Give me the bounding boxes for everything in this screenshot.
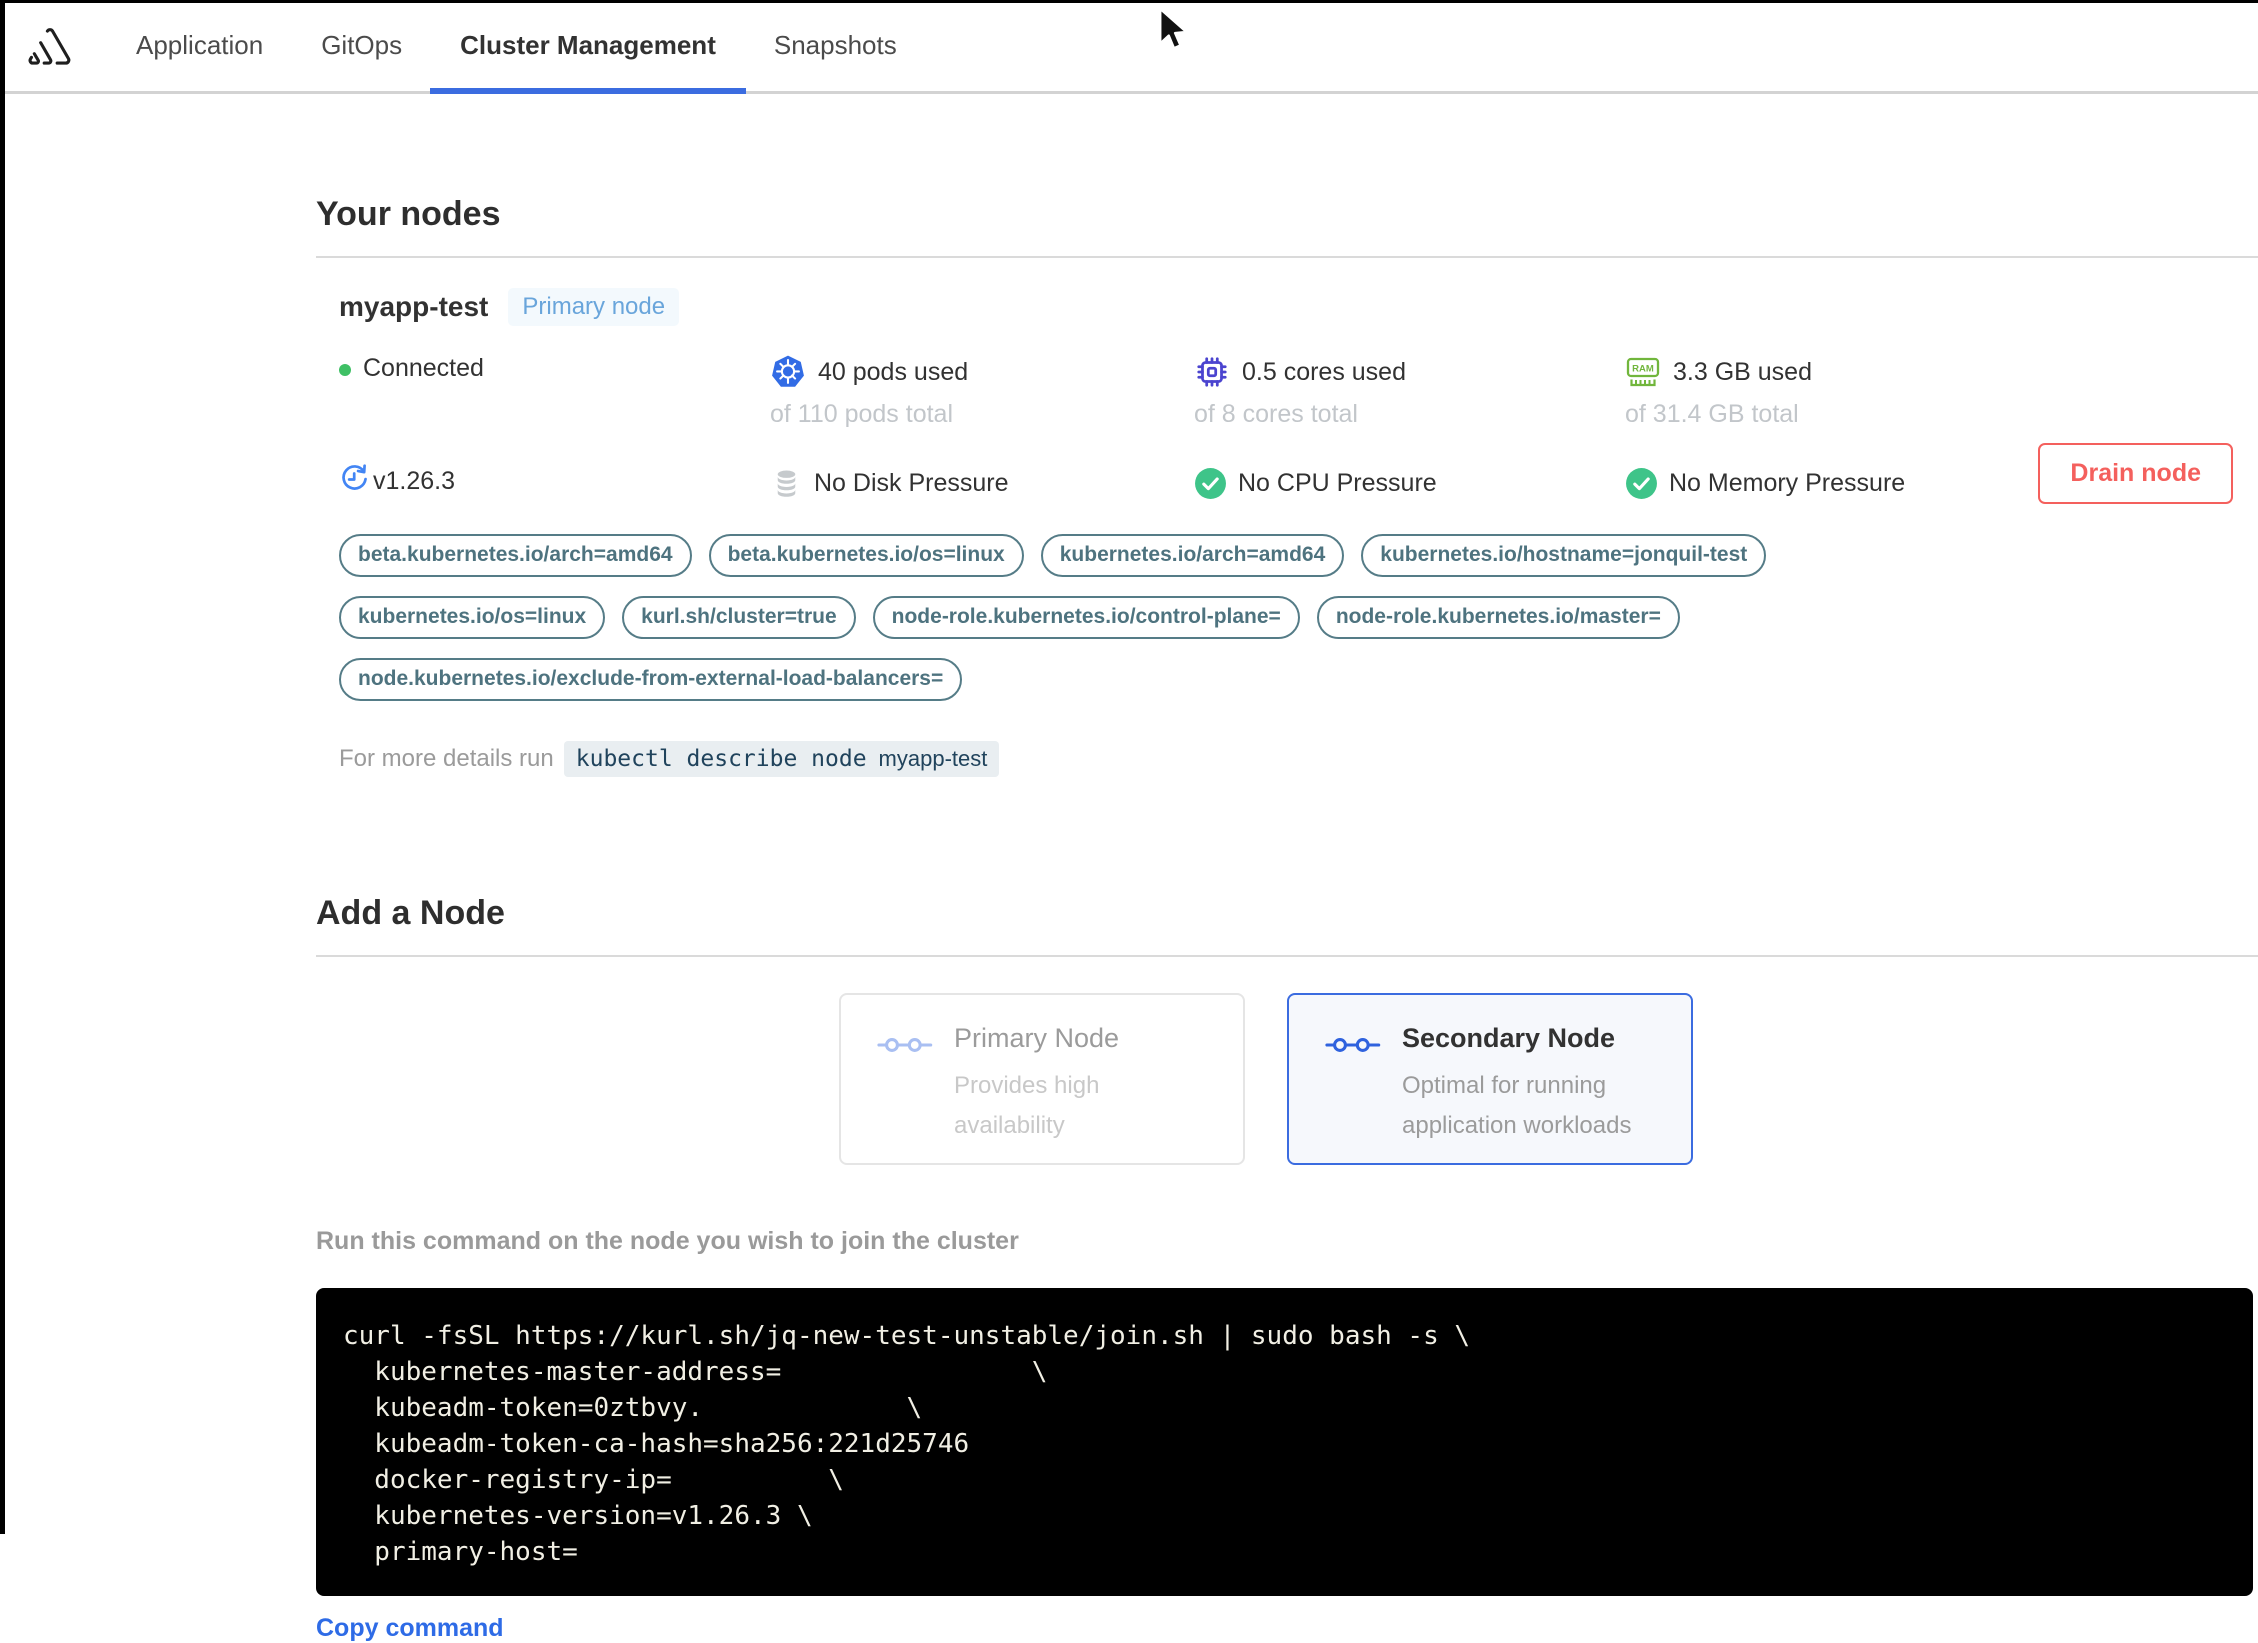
kubectl-command-node-arg: myapp-test [878,746,988,771]
secondary-node-option-title: Secondary Node [1402,1023,1616,1053]
check-circle-icon [1194,467,1227,500]
tab-application[interactable]: Application [136,0,263,91]
node-label-chip: node-role.kubernetes.io/master= [1316,596,1680,639]
node-label-chip: kurl.sh/cluster=true [622,596,856,639]
nav-tabs: Application GitOps Cluster Management Sn… [136,0,955,94]
node-name: myapp-test [339,291,489,322]
details-prefix: For more details run [339,745,554,772]
pods-total: of 110 pods total [770,400,954,428]
primary-node-option[interactable]: Primary Node Provides high availability [839,993,1245,1165]
section-divider [316,955,2258,957]
join-command-terminal: curl -fsSL https://kurl.sh/jq-new-test-u… [316,1288,2253,1596]
pods-stat: 40 pods used of 110 pods total [770,354,1194,429]
cpu-icon [1194,354,1230,390]
kubernetes-icon [770,354,806,390]
disk-pressure-label: No Disk Pressure [814,469,1009,497]
node-version: v1.26.3 [339,464,770,500]
add-node-title: Add a Node [316,894,505,932]
node-label-chip: node.kubernetes.io/exclude-from-external… [339,658,963,701]
node-label-chip: beta.kubernetes.io/os=linux [708,534,1024,577]
copy-command-link[interactable]: Copy command [316,1614,504,1643]
memory-pressure-label: No Memory Pressure [1669,469,1906,497]
secondary-node-option-description: Optimal for running application workload… [1402,1072,1632,1139]
top-nav: Application GitOps Cluster Management Sn… [0,0,2258,94]
node-labels: beta.kubernetes.io/arch=amd64 beta.kuber… [339,534,2079,701]
screen-edge-left [0,0,5,1534]
your-nodes-title: Your nodes [316,195,501,233]
describe-node-command: kubectl describe node myapp-test [563,741,1000,777]
node-label-chip: node-role.kubernetes.io/control-plane= [872,596,1300,639]
node-type-options: Primary Node Provides high availability … [839,993,2258,1165]
cpu-pressure-condition: No CPU Pressure [1194,467,1625,500]
version-history-icon [339,463,370,494]
cores-used: 0.5 cores used [1242,357,1406,386]
cpu-pressure-label: No CPU Pressure [1238,469,1437,497]
tab-cluster-management[interactable]: Cluster Management [430,0,746,94]
node-status: Connected [339,354,770,429]
svg-text:RAM: RAM [1632,364,1654,375]
tab-gitops[interactable]: GitOps [321,0,402,91]
cores-total: of 8 cores total [1194,400,1358,428]
node-label-chip: kubernetes.io/hostname=jonquil-test [1361,534,1767,577]
join-command-text: curl -fsSL https://kurl.sh/jq-new-test-u… [343,1321,1471,1567]
ram-total: of 31.4 GB total [1625,400,1799,428]
kubectl-command-text: kubectl describe node [575,746,867,772]
tab-snapshots[interactable]: Snapshots [774,0,897,91]
connected-dot-icon [339,364,351,376]
node-label-chip: kubernetes.io/arch=amd64 [1040,534,1345,577]
app-logo-icon[interactable] [27,24,73,68]
cores-stat: 0.5 cores used of 8 cores total [1194,354,1625,429]
ram-icon: RAM [1625,354,1661,390]
screen-edge-top [0,0,2258,3]
node-label-chip: kubernetes.io/os=linux [339,596,606,639]
check-circle-icon [1625,467,1658,500]
join-instruction: Run this command on the node you wish to… [316,1227,1019,1255]
memory-stat: RAM 3.3 GB used of 31.4 GB total [1625,354,2258,429]
node-link-icon [877,1033,937,1057]
pods-used: 40 pods used [818,357,969,386]
disk-pressure-condition: No Disk Pressure [770,467,1194,500]
secondary-node-option[interactable]: Secondary Node Optimal for running appli… [1287,993,1693,1165]
node-card: myapp-test Primary node Connected 40 pod… [339,258,2258,777]
primary-node-option-description: Provides high availability [954,1072,1100,1139]
drain-node-button[interactable]: Drain node [2038,443,2233,504]
primary-node-option-title: Primary Node [954,1023,1120,1053]
disk-icon [770,467,803,500]
primary-node-badge: Primary node [508,288,680,326]
ram-used: 3.3 GB used [1673,357,1812,386]
node-version-label: v1.26.3 [373,467,456,495]
node-label-chip: beta.kubernetes.io/arch=amd64 [339,534,692,577]
node-status-label: Connected [363,354,484,382]
node-link-icon [1325,1033,1385,1057]
